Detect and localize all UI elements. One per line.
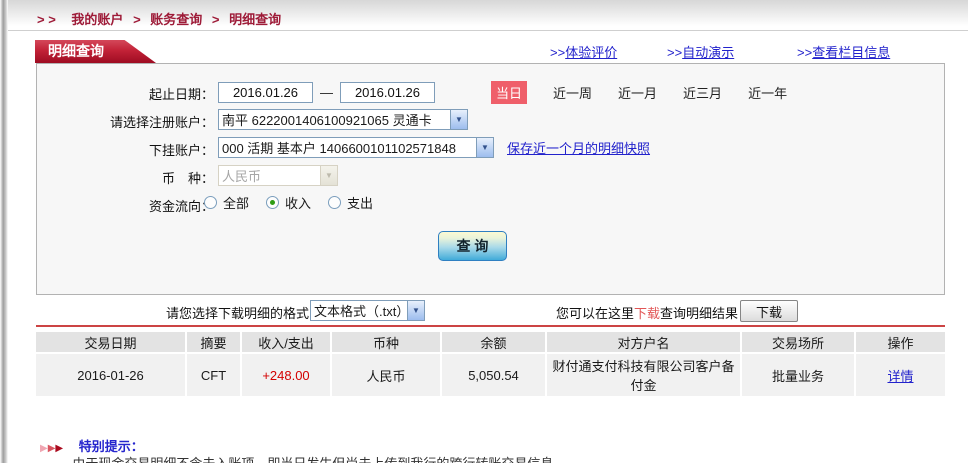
tip-bullet: · [60,456,64,463]
breadcrumb-separator: > [133,12,141,27]
quick-range-year-button[interactable]: 近一年 [748,83,787,102]
quick-range-quarter-button[interactable]: 近三月 [683,83,722,102]
download-hint-link[interactable]: 下载 [634,306,660,321]
col-balance: 余额 [441,332,546,353]
register-account-select[interactable]: 南平 6222001406100921065 灵通卡 ▼ [218,109,468,130]
special-tips-line: · 由于现金交易明细不含未入账项，即当日发生但尚未上传到我行的跨行转账交易信息 [60,453,553,463]
quick-range-month-button[interactable]: 近一月 [618,83,657,102]
cell-counterparty: 财付通支付科技有限公司客户备付金 [546,353,741,396]
tip-text: 由于现金交易明细不含未入账项，即当日发生但尚未上传到我行的跨行转账交易信息 [72,456,553,463]
breadcrumb: > > 我的账户 > 账务查询 > 明细查询 [37,9,281,28]
special-tips-title: 特别提示： [79,439,144,454]
sub-account-value: 000 活期 基本户 1406600101102571848 [219,138,476,157]
sub-account-label: 下挂账户： [149,140,214,159]
download-hint-prefix: 您可以在这里 [556,306,634,321]
detail-link[interactable]: 详情 [887,369,913,384]
currency-label: 币 种： [162,168,214,187]
radio-expense-label: 支出 [347,193,373,212]
download-button[interactable]: 下载 [740,300,798,322]
breadcrumb-item-account-query[interactable]: 账务查询 [150,12,202,27]
cell-channel: 批量业务 [741,353,855,396]
col-currency: 币种 [331,332,441,353]
currency-value: 人民币 [219,166,320,185]
start-date-input[interactable] [218,82,313,103]
link-view-column-info[interactable]: >>查看栏目信息 [797,42,890,61]
cell-balance: 5,050.54 [441,353,546,396]
col-action: 操作 [855,332,945,353]
quick-range-today-button[interactable]: 当日 [491,81,527,104]
link-experience-review[interactable]: >>体验评价 [550,42,617,61]
cell-summary: CFT [186,353,241,396]
link-prefix: >> [550,45,565,60]
breadcrumb-item-my-account[interactable]: 我的账户 [71,12,123,27]
query-button[interactable]: 查 询 [438,231,507,261]
tab-detail-query: 明细查询 [35,40,156,63]
breadcrumb-separator: > [212,12,220,27]
currency-select: 人民币 ▼ [218,165,338,186]
date-range-label: 起止日期： [149,84,214,103]
link-auto-demo[interactable]: >>自动演示 [667,42,734,61]
sub-account-select[interactable]: 000 活期 基本户 1406600101102571848 ▼ [218,137,494,158]
col-trade-date: 交易日期 [36,332,186,353]
col-income-expense: 收入/支出 [241,332,331,353]
left-edge-strip [0,0,8,463]
date-range-row: 起止日期： — 当日 近一周 近一月 近三月 近一年 [37,81,944,103]
cell-income-expense: +248.00 [241,353,331,396]
download-hint: 您可以在这里下载查询明细结果 [556,303,738,322]
link-label: 体验评价 [565,45,617,60]
breadcrumb-prefix: > > [37,12,56,27]
cell-currency: 人民币 [331,353,441,396]
link-prefix: >> [797,45,812,60]
col-summary: 摘要 [186,332,241,353]
download-hint-suffix: 查询明细结果 [660,306,738,321]
radio-all[interactable] [204,196,217,209]
link-label: 自动演示 [682,45,734,60]
dropdown-arrow-icon: ▼ [407,301,424,320]
dropdown-arrow-icon: ▼ [476,138,493,157]
currency-row: 币 种： 人民币 ▼ [37,165,944,187]
sub-account-row: 下挂账户： 000 活期 基本户 1406600101102571848 ▼ 保… [37,137,944,159]
query-form-panel: 起止日期： — 当日 近一周 近一月 近三月 近一年 请选择注册账户： 南平 6… [36,63,945,295]
transaction-table: 交易日期 摘要 收入/支出 币种 余额 对方户名 交易场所 操作 2016-01… [36,332,945,396]
cell-action: 详情 [855,353,945,396]
table-header-row: 交易日期 摘要 收入/支出 币种 余额 对方户名 交易场所 操作 [36,332,945,353]
radio-income[interactable] [266,196,279,209]
radio-income-label: 收入 [285,193,311,212]
breadcrumb-item-detail-query[interactable]: 明细查询 [229,12,281,27]
download-format-value: 文本格式（.txt） [311,301,407,320]
end-date-input[interactable] [340,82,435,103]
fund-direction-row: 资金流向： 全部 收入 支出 [37,193,944,215]
register-account-row: 请选择注册账户： 南平 6222001406100921065 灵通卡 ▼ [37,109,944,131]
dropdown-arrow-icon: ▼ [320,166,337,185]
save-monthly-snapshot-link[interactable]: 保存近一个月的明细快照 [507,138,650,157]
radio-expense[interactable] [328,196,341,209]
register-account-value: 南平 6222001406100921065 灵通卡 [219,110,450,129]
col-channel: 交易场所 [741,332,855,353]
dropdown-arrow-icon: ▼ [450,110,467,129]
download-format-label: 请您选择下载明细的格式 [166,303,309,322]
section-divider-red [36,325,945,327]
cell-trade-date: 2016-01-26 [36,353,186,396]
date-dash: — [320,85,333,100]
breadcrumb-divider [8,30,968,31]
download-format-select[interactable]: 文本格式（.txt） ▼ [310,300,425,321]
triple-arrow-icon: ▶ [40,443,48,454]
quick-range-week-button[interactable]: 近一周 [553,83,592,102]
register-account-label: 请选择注册账户： [110,112,214,131]
table-row: 2016-01-26 CFT +248.00 人民币 5,050.54 财付通支… [36,353,945,396]
page: > > 我的账户 > 账务查询 > 明细查询 >>体验评价 >>自动演示 >>查… [0,0,968,463]
link-label: 查看栏目信息 [812,45,890,60]
link-prefix: >> [667,45,682,60]
radio-all-label: 全部 [223,193,249,212]
col-counterparty: 对方户名 [546,332,741,353]
